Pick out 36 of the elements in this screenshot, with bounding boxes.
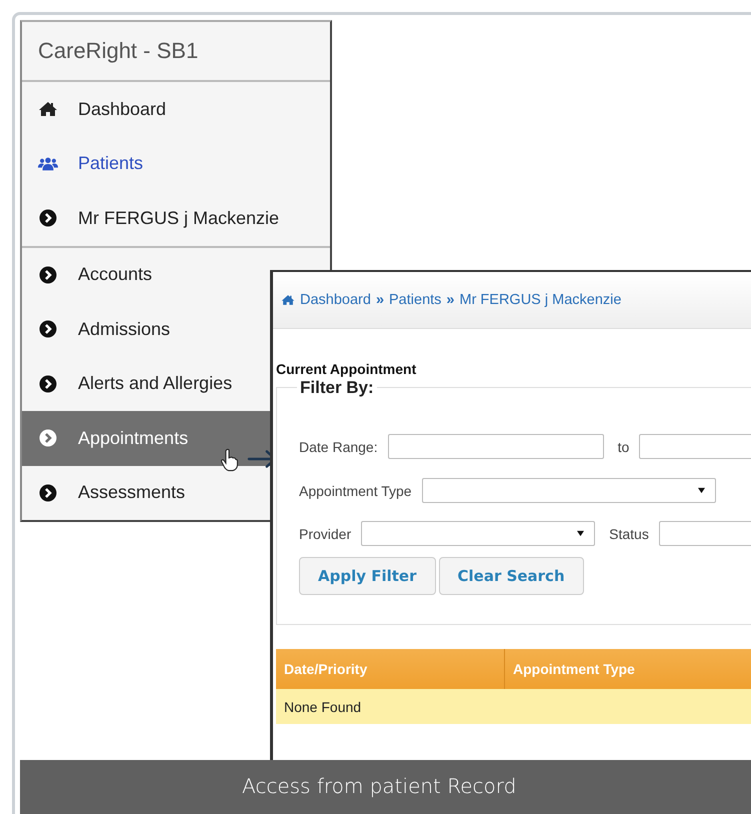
chevron-circle-icon <box>38 484 58 502</box>
chevron-circle-icon <box>38 266 58 284</box>
sidebar-item[interactable]: Dashboard <box>22 82 330 136</box>
home-icon <box>281 294 295 306</box>
filter-button[interactable]: Apply Filter <box>299 557 436 595</box>
column-header: Appointment Type <box>512 661 635 677</box>
chevron-circle-icon <box>38 209 58 228</box>
empty-message: None Found <box>284 698 362 714</box>
sidebar-item[interactable]: Patients <box>22 136 330 191</box>
chevron-circle-icon <box>38 320 58 338</box>
field-label: Status <box>609 526 649 542</box>
users-icon <box>38 154 58 173</box>
chevron-circle-icon <box>38 429 58 448</box>
sidebar-item[interactable]: Mr FERGUS j Mackenzie <box>22 191 330 246</box>
field-label: Appointment Type <box>299 482 412 498</box>
app-title: CareRight - SB1 <box>22 22 330 82</box>
field-label: to <box>618 438 630 454</box>
filter-legend: Filter By: <box>297 378 377 398</box>
breadcrumb-link[interactable]: Patients <box>389 292 442 308</box>
breadcrumb-separator: » <box>446 292 454 308</box>
dropdown-field[interactable] <box>361 521 596 546</box>
input-field[interactable] <box>388 434 604 459</box>
input-field[interactable] <box>639 434 751 459</box>
filter-button[interactable]: Clear Search <box>438 557 584 595</box>
input-field[interactable] <box>658 521 751 546</box>
section-title: Current Appointment <box>276 361 418 377</box>
breadcrumb-separator: » <box>376 292 384 308</box>
field-label: Provider <box>299 526 352 542</box>
chevron-circle-icon <box>38 374 58 393</box>
caret-icon <box>696 487 706 494</box>
caption-text: Access from patient Record <box>242 774 516 798</box>
dropdown-field[interactable] <box>422 478 716 503</box>
breadcrumb-link[interactable]: Mr FERGUS j Mackenzie <box>460 292 622 308</box>
home-icon <box>38 100 58 118</box>
hand-cursor-icon <box>220 448 239 472</box>
caret-icon <box>576 530 586 537</box>
